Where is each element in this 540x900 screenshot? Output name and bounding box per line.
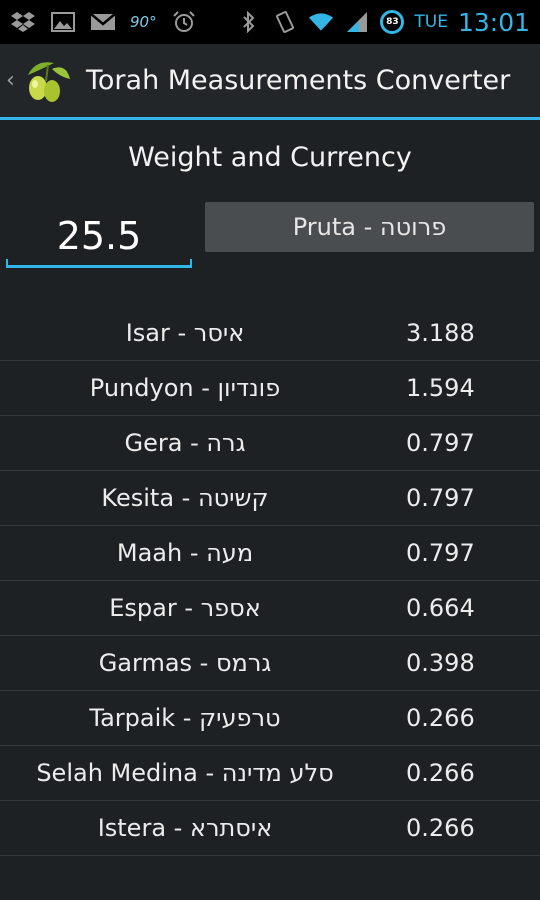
result-unit-name: Selah Medina - סלע מדינה — [36, 759, 334, 787]
result-value: 0.266 — [406, 814, 475, 842]
vibrate-icon — [272, 11, 298, 33]
bluetooth-icon — [236, 11, 262, 33]
status-bar: 90° 83 TUE 13:01 — [0, 0, 540, 44]
list-item: Maah - מעה 0.797 — [0, 526, 540, 581]
result-value: 1.594 — [406, 374, 475, 402]
result-unit-name: Istera - איסתרא — [97, 814, 273, 842]
olive-branch-logo[interactable] — [22, 55, 74, 107]
image-icon — [50, 11, 76, 33]
input-row: 25.5 Pruta - פרוטה — [0, 192, 540, 302]
result-value: 0.398 — [406, 649, 475, 677]
result-unit-name: Isar - איסר — [125, 319, 245, 347]
result-value: 3.188 — [406, 319, 475, 347]
status-day: TUE — [414, 12, 448, 32]
list-item: Tarpaik - טרפעיק 0.266 — [0, 691, 540, 746]
result-unit-name: Kesita - קשיטה — [101, 484, 269, 512]
alarm-icon — [171, 11, 197, 33]
result-unit-name: Maah - מעה — [116, 539, 254, 567]
result-value: 0.797 — [406, 539, 475, 567]
list-item: Isar - איסר 3.188 — [0, 306, 540, 361]
amount-input[interactable]: 25.5 — [6, 206, 192, 268]
battery-icon: 83 — [380, 10, 405, 34]
list-item: Istera - איסתרא 0.266 — [0, 801, 540, 856]
result-unit-name: Gera - גרה — [124, 429, 246, 457]
list-item: Gera - גרה 0.797 — [0, 416, 540, 471]
list-item: Garmas - גרמס 0.398 — [0, 636, 540, 691]
list-item: Selah Medina - סלע מדינה 0.266 — [0, 746, 540, 801]
list-item: Pundyon - פונדיון 1.594 — [0, 361, 540, 416]
gmail-icon — [90, 11, 116, 33]
result-value: 0.797 — [406, 429, 475, 457]
action-bar: ‹ Torah Measurements Converter — [0, 44, 540, 120]
result-unit-name: Espar - אספר — [109, 594, 261, 622]
result-value: 0.664 — [406, 594, 475, 622]
result-value: 0.266 — [406, 759, 475, 787]
result-value: 0.797 — [406, 484, 475, 512]
up-caret-icon[interactable]: ‹ — [6, 68, 22, 93]
status-time: 13:01 — [457, 7, 530, 37]
list-item: Kesita - קשיטה 0.797 — [0, 471, 540, 526]
result-unit-name: Tarpaik - טרפעיק — [89, 704, 281, 732]
result-list: Isar - איסר 3.188 Pundyon - פונדיון 1.59… — [0, 306, 540, 856]
wifi-icon — [308, 11, 334, 33]
result-value: 0.266 — [406, 704, 475, 732]
signal-icon — [344, 11, 370, 33]
app-title: Torah Measurements Converter — [86, 65, 511, 96]
unit-spinner[interactable]: Pruta - פרוטה — [205, 202, 534, 252]
result-unit-name: Pundyon - פונדיון — [89, 374, 281, 402]
list-item: Espar - אספר 0.664 — [0, 581, 540, 636]
dropbox-icon — [10, 11, 36, 33]
category-title: Weight and Currency — [128, 142, 412, 173]
temperature: 90° — [130, 13, 157, 31]
result-unit-name: Garmas - גרמס — [98, 649, 272, 677]
